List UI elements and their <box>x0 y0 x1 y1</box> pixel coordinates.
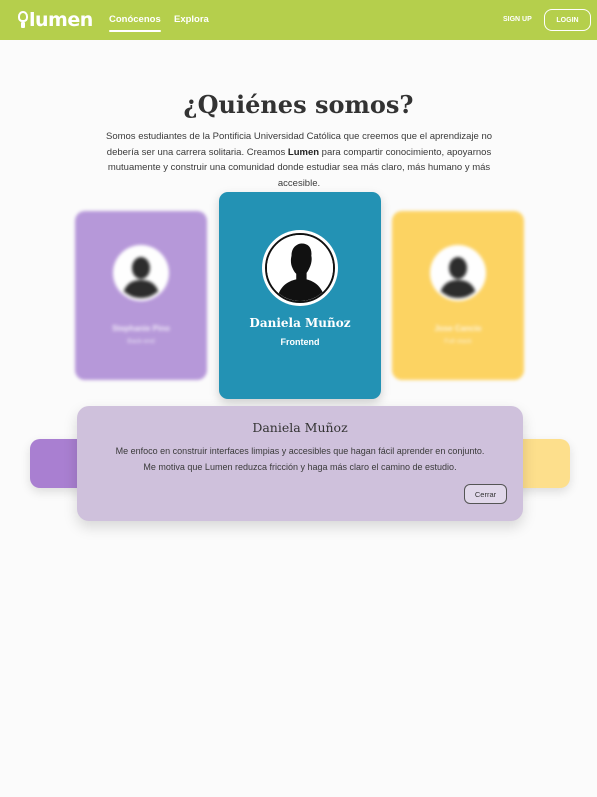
lumen-logo[interactable]: lumen <box>18 8 93 32</box>
card-role: Back-end <box>127 338 155 345</box>
lightbulb-icon <box>18 11 28 29</box>
modal-title: Daniela Muñoz <box>252 420 348 435</box>
person-silhouette-icon <box>267 235 333 301</box>
profile-detail-modal: Daniela Muñoz Me enfoco en construir int… <box>77 406 523 521</box>
modal-body: Me enfoco en construir interfaces limpia… <box>87 444 513 475</box>
modal-body-line: Me motiva que Lumen reduzca fricción y h… <box>143 461 457 472</box>
top-navbar: lumen Conócenos Explora SIGN UP LOGIN <box>0 0 597 40</box>
logo-text: lumen <box>29 9 93 31</box>
team-card-jose[interactable]: Jose Cancio Full stack <box>392 211 524 380</box>
nav-link-explora[interactable]: Explora <box>174 14 209 26</box>
card-name: Jose Cancio <box>434 324 482 333</box>
person-silhouette-icon <box>433 248 483 298</box>
card-name: Daniela Muñoz <box>249 316 351 330</box>
team-card-daniela[interactable]: Daniela Muñoz Frontend <box>219 192 381 399</box>
avatar <box>113 245 169 301</box>
intro-brand: Lumen <box>287 146 320 158</box>
signup-link[interactable]: SIGN UP <box>503 15 532 25</box>
intro-paragraph: Somos estudiantes de la Pontificia Unive… <box>92 129 506 191</box>
card-role: Full stack <box>444 338 472 345</box>
card-role: Frontend <box>280 337 320 347</box>
team-card-stephanie[interactable]: Stephanie Pino Back-end <box>75 211 207 380</box>
person-silhouette-icon <box>116 248 166 298</box>
avatar <box>430 245 486 301</box>
page-title: ¿Quiénes somos? <box>183 90 414 119</box>
nav-link-conocenos[interactable]: Conócenos <box>109 14 161 32</box>
login-button[interactable]: LOGIN <box>544 9 591 31</box>
modal-body-line: Me enfoco en construir interfaces limpia… <box>115 446 485 456</box>
avatar <box>262 230 338 306</box>
card-name: Stephanie Pino <box>112 324 170 333</box>
close-button[interactable]: Cerrar <box>464 484 507 504</box>
